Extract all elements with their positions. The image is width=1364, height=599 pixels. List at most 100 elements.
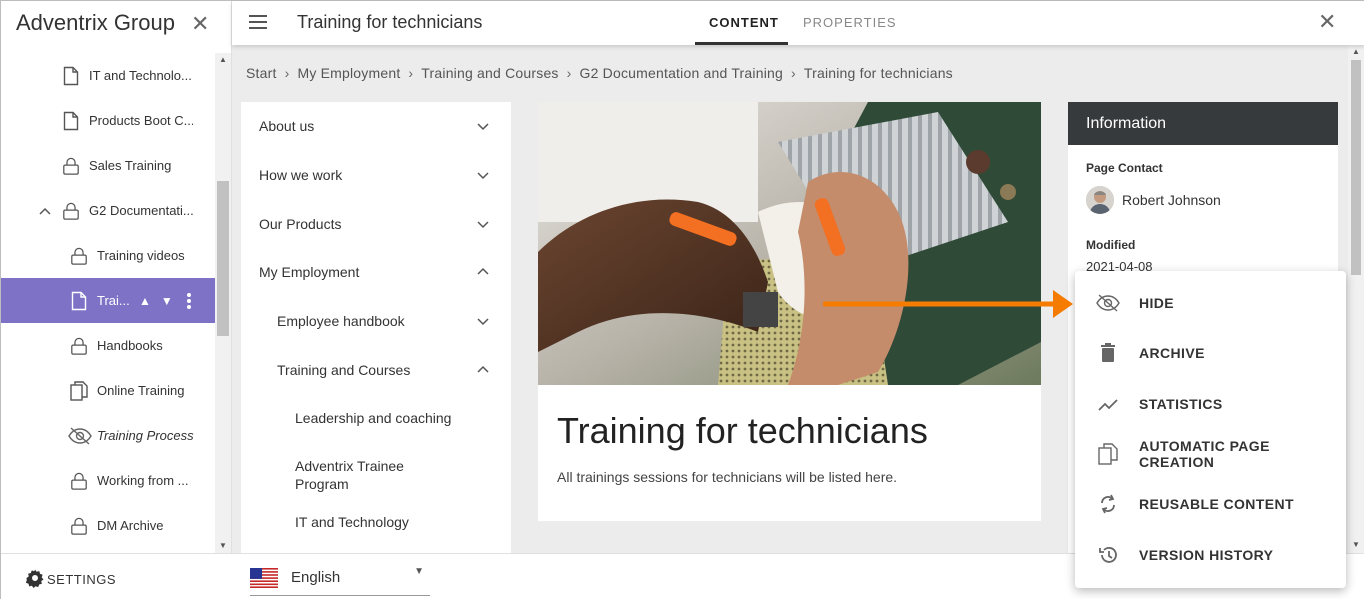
menu-item-label: VERSION HISTORY bbox=[1139, 547, 1274, 563]
gear-icon bbox=[25, 568, 45, 591]
nav-item-label: Employee handbook bbox=[277, 313, 405, 330]
language-label: English bbox=[291, 569, 341, 586]
nav-item[interactable]: Employee handbook bbox=[241, 297, 511, 346]
trash-icon bbox=[1095, 340, 1121, 366]
nav-item[interactable]: My Employment bbox=[241, 248, 511, 297]
tree-item[interactable]: Online Training bbox=[1, 368, 215, 413]
tree-item-selected[interactable]: Trai... ▲ ▼ bbox=[1, 278, 215, 323]
tree-item[interactable]: G2 Documentati... bbox=[1, 188, 215, 233]
chevron-down-icon[interactable] bbox=[477, 120, 489, 132]
lock-icon bbox=[62, 201, 80, 221]
history-icon bbox=[1095, 542, 1121, 568]
scroll-down-icon[interactable]: ▼ bbox=[219, 541, 227, 550]
settings-button[interactable]: SETTINGS bbox=[25, 568, 116, 591]
tree-item-label: Training videos bbox=[97, 248, 185, 263]
scroll-down-icon[interactable]: ▼ bbox=[1352, 540, 1360, 549]
eye-off-icon bbox=[67, 426, 93, 446]
nav-item[interactable]: Adventrix Trainee Program bbox=[241, 443, 511, 507]
page-heading: Training for technicians bbox=[557, 410, 928, 451]
menu-item-statistics[interactable]: STATISTICS bbox=[1075, 379, 1346, 429]
tree-item[interactable]: Products Boot C... bbox=[1, 98, 215, 143]
chevron-up-icon[interactable] bbox=[477, 364, 489, 376]
tree-scrollbar[interactable]: ▲ ▼ bbox=[215, 53, 231, 553]
page-contact[interactable]: Robert Johnson bbox=[1086, 186, 1221, 214]
app-header: Adventrix Group ✕ bbox=[1, 1, 231, 45]
chevron-down-icon[interactable] bbox=[477, 315, 489, 327]
row-actions: ▲ ▼ bbox=[139, 292, 191, 309]
chevron-down-icon[interactable] bbox=[477, 218, 489, 230]
lock-icon bbox=[70, 336, 88, 356]
tree-item[interactable]: Training videos bbox=[1, 233, 215, 278]
breadcrumb-item[interactable]: My Employment bbox=[297, 65, 400, 81]
breadcrumb-separator: › bbox=[408, 65, 414, 81]
menu-item-automatic-page-creation[interactable]: AUTOMATIC PAGE CREATION bbox=[1075, 429, 1346, 479]
tab-content[interactable]: CONTENT bbox=[709, 15, 779, 30]
nav-item[interactable]: IT and Technology bbox=[241, 507, 511, 537]
breadcrumb-item[interactable]: Start bbox=[246, 65, 277, 81]
tree-item-label: DM Archive bbox=[97, 518, 164, 533]
contact-name: Robert Johnson bbox=[1122, 192, 1221, 208]
nav-item-label: My Employment bbox=[259, 264, 360, 281]
nav-item[interactable]: Our Products bbox=[241, 199, 511, 248]
lock-icon bbox=[70, 246, 88, 266]
tree-item-hidden[interactable]: Training Process bbox=[1, 413, 215, 458]
page-body-text: All trainings sessions for technicians w… bbox=[557, 469, 898, 485]
page-icon bbox=[62, 111, 80, 131]
move-down-icon[interactable]: ▼ bbox=[161, 294, 173, 308]
menu-item-label: REUSABLE CONTENT bbox=[1139, 496, 1294, 512]
move-up-icon[interactable]: ▲ bbox=[139, 294, 151, 308]
chevron-down-icon[interactable] bbox=[477, 169, 489, 181]
breadcrumb-item[interactable]: Training and Courses bbox=[421, 65, 558, 81]
scroll-up-icon[interactable]: ▲ bbox=[219, 55, 227, 64]
tree-item-label: Working from ... bbox=[97, 473, 189, 488]
nav-item[interactable]: About us bbox=[241, 102, 511, 151]
nav-item[interactable]: Leadership and coaching bbox=[241, 394, 511, 443]
tree-item-label: Sales Training bbox=[89, 158, 172, 173]
menu-item-version-history[interactable]: VERSION HISTORY bbox=[1075, 530, 1346, 580]
nav-item[interactable]: How we work bbox=[241, 151, 511, 200]
scrollbar-thumb[interactable] bbox=[217, 181, 229, 336]
breadcrumb-separator: › bbox=[284, 65, 290, 81]
tree-item[interactable]: IT and Technolo... bbox=[1, 53, 215, 98]
menu-icon[interactable] bbox=[249, 15, 267, 33]
information-title: Information bbox=[1086, 114, 1167, 132]
breadcrumb-item[interactable]: G2 Documentation and Training bbox=[580, 65, 783, 81]
menu-item-archive[interactable]: ARCHIVE bbox=[1075, 328, 1346, 378]
nav-item-label: Adventrix Trainee Program bbox=[295, 457, 404, 492]
tree-item-label: Handbooks bbox=[97, 338, 163, 353]
chevron-up-icon[interactable] bbox=[477, 266, 489, 278]
breadcrumb: Start › My Employment › Training and Courses… bbox=[246, 65, 953, 81]
menu-item-reusable-content[interactable]: REUSABLE CONTENT bbox=[1075, 479, 1346, 529]
settings-label: SETTINGS bbox=[47, 572, 117, 587]
close-icon[interactable]: ✕ bbox=[191, 11, 209, 37]
hero-image bbox=[538, 102, 1041, 385]
content-scrollbar[interactable]: ▲ ▼ bbox=[1348, 45, 1364, 553]
tab-properties[interactable]: PROPERTIES bbox=[803, 15, 897, 30]
lock-icon bbox=[62, 156, 80, 176]
tree-item[interactable]: DM Archive bbox=[1, 503, 215, 548]
nav-item-label: How we work bbox=[259, 167, 343, 184]
page-icon bbox=[62, 66, 80, 86]
site-navigation: About us How we work Our Products My Emp… bbox=[241, 102, 511, 553]
tree-item[interactable]: Sales Training bbox=[1, 143, 215, 188]
collapse-chevron-icon[interactable] bbox=[39, 204, 51, 218]
language-select[interactable]: English ▼ bbox=[250, 560, 430, 596]
more-options-icon[interactable] bbox=[186, 292, 191, 309]
menu-item-hide[interactable]: HIDE bbox=[1075, 278, 1346, 328]
page-tree: IT and Technolo... Products Boot C... Sa… bbox=[1, 53, 215, 548]
tree-item-label: Trai... bbox=[97, 293, 130, 308]
active-tab-indicator bbox=[695, 42, 788, 45]
context-menu: HIDE ARCHIVE STATISTICS AUTOMATIC PAGE C… bbox=[1075, 271, 1346, 588]
scrollbar-thumb[interactable] bbox=[1351, 60, 1361, 275]
information-header: Information bbox=[1068, 102, 1338, 145]
nav-item-label: Training and Courses bbox=[277, 361, 411, 378]
tree-item-label: Online Training bbox=[97, 383, 185, 398]
annotation-arrow bbox=[823, 290, 1073, 318]
scroll-up-icon[interactable]: ▲ bbox=[1352, 47, 1360, 56]
tree-item[interactable]: Handbooks bbox=[1, 323, 215, 368]
modified-label: Modified bbox=[1086, 238, 1136, 252]
page-tree-panel: Adventrix Group ✕ IT and Technolo... Pro… bbox=[1, 1, 232, 553]
nav-item[interactable]: Training and Courses bbox=[241, 345, 511, 394]
tree-item[interactable]: Working from ... bbox=[1, 458, 215, 503]
close-icon[interactable]: ✕ bbox=[1318, 9, 1336, 35]
